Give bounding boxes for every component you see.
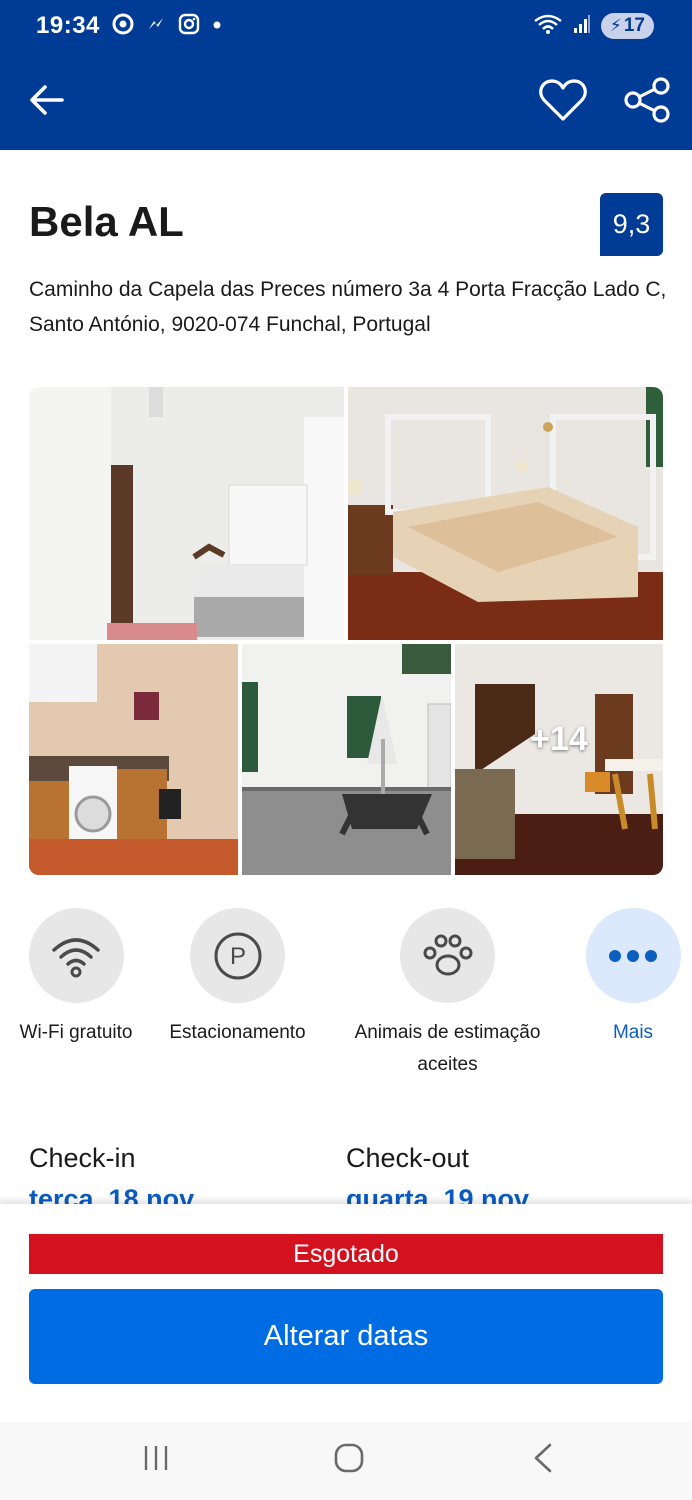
facility-more-circle	[585, 908, 681, 1003]
share-button[interactable]	[620, 73, 674, 127]
recent-apps-button[interactable]	[126, 1436, 186, 1480]
back-button[interactable]	[24, 78, 68, 122]
system-back-button[interactable]	[513, 1436, 573, 1480]
battery-level: 17	[623, 15, 645, 36]
recent-apps-icon	[144, 1446, 168, 1470]
checkout-label: Check-out	[346, 1143, 470, 1173]
bedroom-photo	[348, 387, 663, 640]
gallery-photo-5[interactable]: +14	[455, 644, 663, 875]
instagram-icon	[178, 13, 200, 40]
home-icon	[334, 1443, 364, 1473]
facility-parking[interactable]: P Estacionamento	[160, 908, 315, 1049]
signal-icon	[573, 14, 591, 39]
wifi-icon	[533, 13, 563, 40]
battery-icon: ⚡ 17	[600, 13, 654, 39]
room-photo	[29, 387, 344, 640]
patio-photo	[242, 644, 451, 875]
parking-icon: P	[214, 932, 261, 979]
change-dates-button[interactable]: Alterar datas	[29, 1289, 663, 1384]
svg-text:P: P	[229, 943, 245, 970]
status-bar: 19:34 ⚡ 17	[0, 0, 692, 52]
dot-icon	[212, 17, 222, 35]
property-name: Bela AL	[29, 198, 184, 245]
more-photos-count[interactable]: +14	[455, 644, 663, 875]
top-app-bar: 19:34 ⚡ 17	[0, 0, 692, 150]
facility-label: Wi-Fi gratuito	[19, 1022, 133, 1043]
facility-more[interactable]: Mais	[578, 908, 688, 1049]
heart-icon	[539, 79, 587, 121]
review-score-badge[interactable]: 9,3	[600, 193, 663, 256]
charging-bolt-icon: ⚡	[609, 16, 622, 35]
system-nav-bar	[0, 1422, 692, 1500]
back-icon	[534, 1443, 552, 1473]
gallery-photo-3[interactable]	[29, 644, 238, 875]
checkin-label: Check-in	[29, 1143, 136, 1173]
facility-label: Animais de estimação aceites	[354, 1022, 541, 1075]
paw-icon	[423, 934, 472, 975]
facility-pets-circle	[400, 908, 495, 1003]
notification-icons	[112, 12, 222, 40]
favorite-button[interactable]	[536, 75, 590, 125]
wifi-icon	[52, 937, 100, 977]
more-dots-icon	[609, 949, 657, 962]
home-button[interactable]	[319, 1436, 379, 1480]
arrow-left-icon	[30, 85, 64, 115]
facility-wifi-circle	[28, 908, 124, 1003]
sold-out-banner: Esgotado	[29, 1234, 663, 1274]
status-time: 19:34	[36, 12, 100, 39]
facility-wifi[interactable]: Wi-Fi gratuito	[0, 908, 152, 1049]
chrome-icon	[112, 13, 134, 40]
facility-label: Estacionamento	[169, 1022, 306, 1043]
gallery-photo-1[interactable]	[29, 387, 344, 640]
photo-gallery: +14	[29, 387, 663, 875]
share-icon	[624, 77, 670, 123]
system-icons: ⚡ 17	[533, 12, 654, 40]
bottom-action-panel: Esgotado Alterar datas	[0, 1204, 692, 1422]
facility-label: Mais	[612, 1022, 654, 1043]
messenger-icon	[146, 14, 166, 39]
facility-pets[interactable]: Animais de estimação aceites	[330, 908, 565, 1081]
property-address[interactable]: Caminho da Capela das Preces número 3a 4…	[29, 272, 669, 342]
kitchen-photo	[29, 644, 238, 875]
facility-parking-circle: P	[190, 908, 285, 1003]
gallery-photo-4[interactable]	[242, 644, 451, 875]
gallery-photo-2[interactable]	[348, 387, 663, 640]
